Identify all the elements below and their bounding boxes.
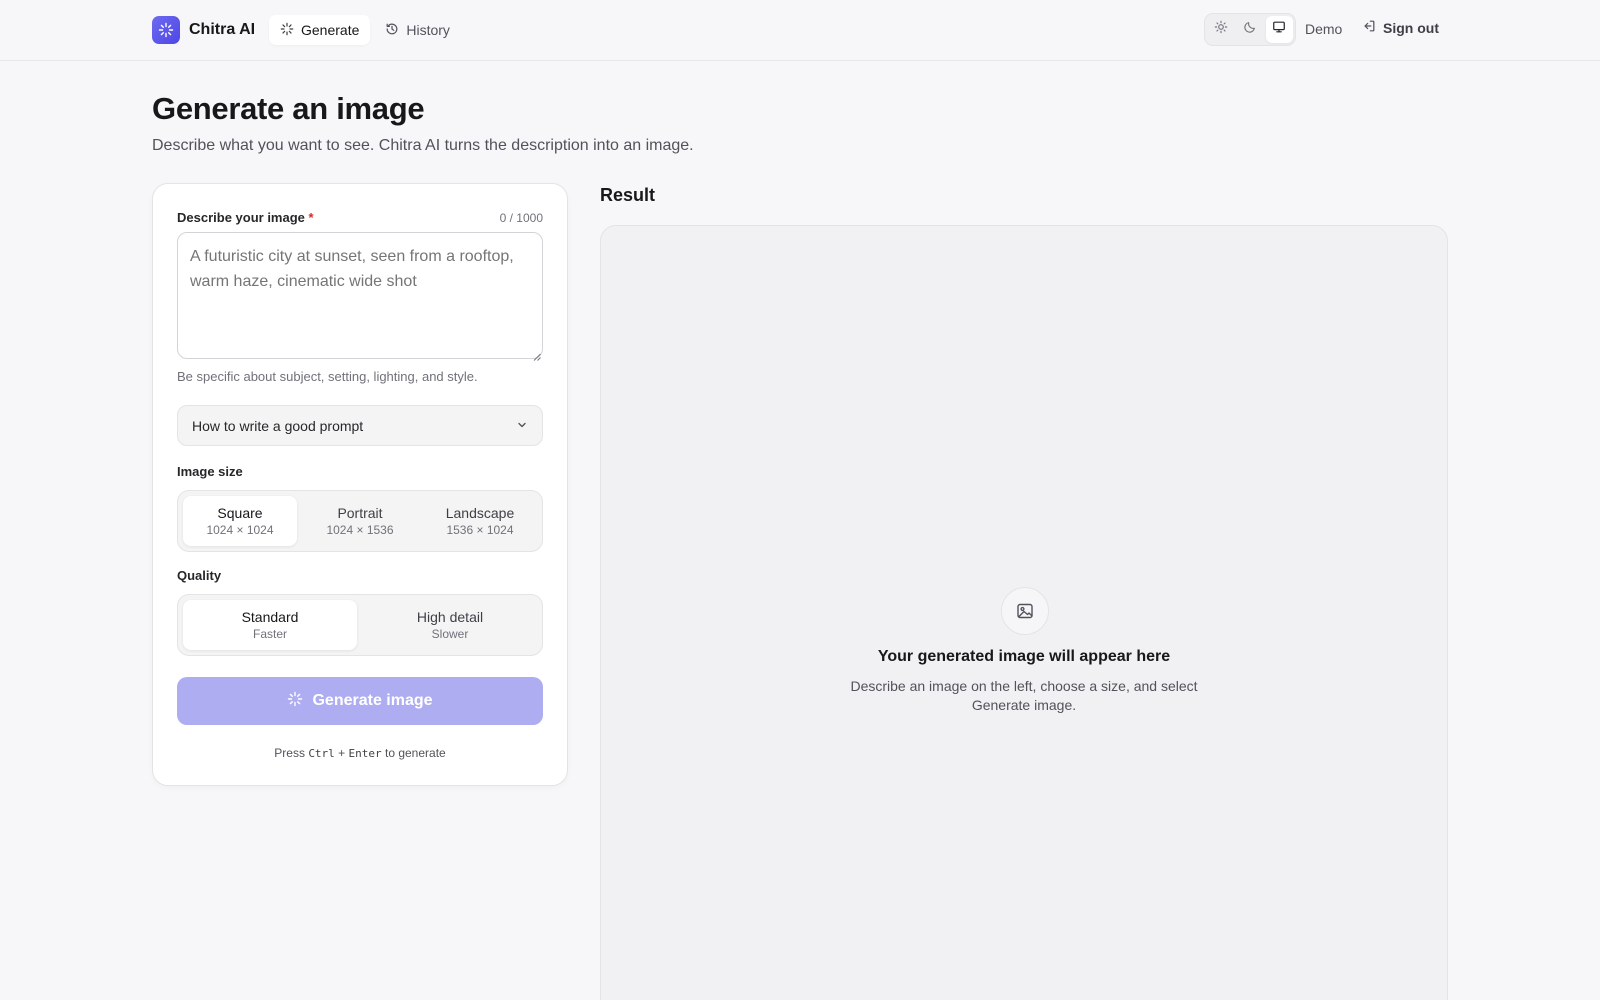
sign-out-label: Sign out [1383,19,1439,36]
quality-label: Quality [177,568,222,583]
size-option-title: Portrait [337,505,383,521]
sign-out-icon [1362,19,1376,36]
nav-history[interactable]: History [374,15,461,45]
quality-option-sub: Slower [431,627,469,641]
page-subtitle: Describe what you want to see. Chitra AI… [152,137,694,154]
empty-state-description: Describe an image on the left, choose a … [850,678,1198,713]
sun-icon [1214,20,1228,39]
sparkle-icon [280,22,294,39]
size-option-dimensions: 1536 × 1024 [446,523,514,537]
brand[interactable]: Chitra AI [152,16,255,44]
nav-generate[interactable]: Generate [269,15,371,45]
size-option-landscape[interactable]: Landscape 1536 × 1024 [423,496,537,546]
size-option-portrait[interactable]: Portrait 1024 × 1536 [303,496,417,546]
theme-light-button[interactable] [1207,16,1234,43]
generate-form-card: Describe your image * 0 / 1000 Be specif… [152,183,568,786]
quality-option-standard[interactable]: Standard Faster [183,600,357,650]
generate-image-button[interactable]: Generate image [177,677,543,725]
prompt-input[interactable] [177,232,543,359]
size-option-square[interactable]: Square 1024 × 1024 [183,496,297,546]
quality-option-title: High detail [416,609,484,625]
quality-option-sub: Faster [252,627,287,641]
theme-system-button[interactable] [1265,16,1293,43]
resize-handle-icon[interactable] [533,348,541,361]
prompt-tips-label: How to write a good prompt [192,417,364,434]
image-size-label: Image size [177,464,243,479]
user-name: Demo [1305,21,1343,37]
empty-state-title: Your generated image will appear here [877,648,1171,665]
quality-option-high-detail[interactable]: High detail Slower [363,600,537,650]
prompt-hint: Be specific about subject, setting, ligh… [177,369,478,384]
nav-history-label: History [406,22,450,38]
sparkle-icon [287,691,303,712]
prompt-label: Describe your image * [177,210,314,225]
result-panel: Your generated image will appear here De… [600,225,1448,1000]
quality-selector: Standard Faster High detail Slower [177,594,543,656]
top-bar: Chitra AI Generate History Demo Sign out [0,0,1600,61]
required-mark: * [308,210,314,225]
shortcut-plus: + [338,746,346,760]
history-icon [385,22,399,39]
shortcut-pre: Press [274,746,305,760]
main-nav: Generate History [269,15,461,45]
prompt-tips-accordion[interactable]: How to write a good prompt [177,405,543,446]
generate-image-label: Generate image [312,692,433,709]
char-count: 0 / 1000 [499,211,543,225]
size-option-dimensions: 1024 × 1536 [326,523,394,537]
brand-logo-icon [152,16,180,44]
size-option-title: Square [217,505,263,521]
nav-generate-label: Generate [301,22,360,38]
theme-dark-button[interactable] [1236,16,1263,43]
keyboard-shortcut-hint: Press Ctrl + Enter to generate [153,746,567,760]
image-size-selector: Square 1024 × 1024 Portrait 1024 × 1536 … [177,490,543,552]
chevron-down-icon [516,418,528,434]
page-title: Generate an image [152,91,425,126]
image-placeholder-icon [1001,587,1049,635]
monitor-icon [1272,20,1286,39]
brand-name: Chitra AI [189,21,256,38]
sign-out-button[interactable]: Sign out [1362,19,1439,36]
moon-icon [1243,20,1257,39]
result-title: Result [600,185,656,205]
shortcut-key-enter: Enter [348,747,382,760]
shortcut-post: to generate [384,746,446,760]
size-option-dimensions: 1024 × 1024 [206,523,274,537]
size-option-title: Landscape [445,505,515,521]
prompt-label-text: Describe your image [177,210,305,225]
quality-option-title: Standard [241,609,299,625]
theme-switcher [1204,13,1296,46]
shortcut-key-ctrl: Ctrl [308,747,335,760]
